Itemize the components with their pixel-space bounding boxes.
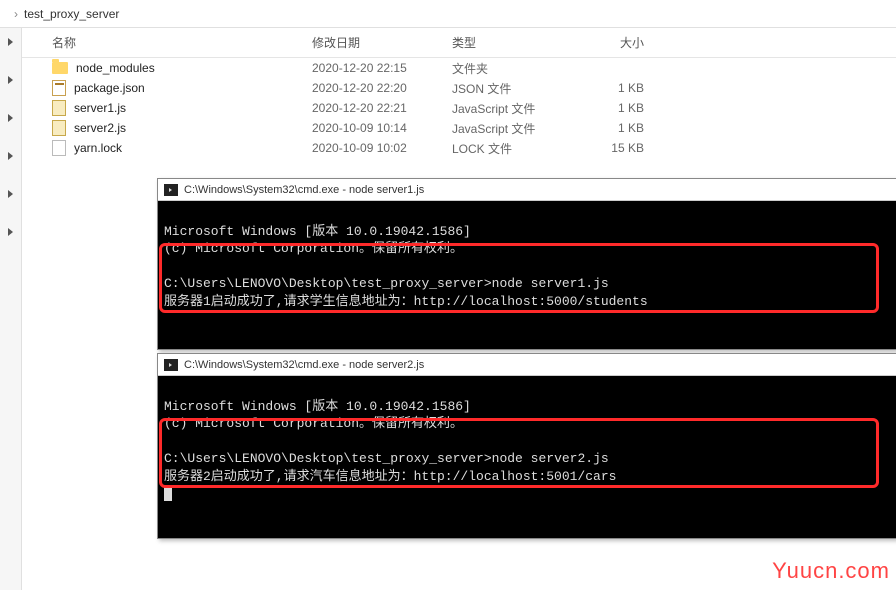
table-row[interactable]: server2.js 2020-10-09 10:14 JavaScript 文… xyxy=(22,118,896,138)
cmd-titlebar[interactable]: C:\Windows\System32\cmd.exe - node serve… xyxy=(158,354,896,376)
nav-sidebar xyxy=(0,28,22,590)
expand-triangle-icon[interactable] xyxy=(8,152,13,160)
file-type: JavaScript 文件 xyxy=(452,100,572,117)
file-size: 15 KB xyxy=(572,141,652,155)
file-name: yarn.lock xyxy=(74,141,122,155)
file-date: 2020-10-09 10:14 xyxy=(312,121,452,135)
term-line: C:\Users\LENOVO\Desktop\test_proxy_serve… xyxy=(164,276,609,291)
json-file-icon xyxy=(52,80,66,96)
cmd-titlebar[interactable]: C:\Windows\System32\cmd.exe - node serve… xyxy=(158,179,896,201)
term-line: (c) Microsoft Corporation。保留所有权利。 xyxy=(164,241,463,256)
js-file-icon xyxy=(52,120,66,136)
file-size: 1 KB xyxy=(572,101,652,115)
cmd-icon xyxy=(164,359,178,371)
file-name: package.json xyxy=(74,81,145,95)
file-type: 文件夹 xyxy=(452,60,572,77)
expand-triangle-icon[interactable] xyxy=(8,228,13,236)
table-row[interactable]: yarn.lock 2020-10-09 10:02 LOCK 文件 15 KB xyxy=(22,138,896,158)
content-pane: 名称 修改日期 类型 大小 node_modules 2020-12-20 22… xyxy=(22,28,896,590)
table-row[interactable]: package.json 2020-12-20 22:20 JSON 文件 1 … xyxy=(22,78,896,98)
folder-icon xyxy=(52,62,68,74)
cmd-title-text: C:\Windows\System32\cmd.exe - node serve… xyxy=(184,359,424,371)
table-row[interactable]: node_modules 2020-12-20 22:15 文件夹 xyxy=(22,58,896,78)
expand-triangle-icon[interactable] xyxy=(8,76,13,84)
cmd-body[interactable]: Microsoft Windows [版本 10.0.19042.1586] (… xyxy=(158,201,896,349)
file-type: LOCK 文件 xyxy=(452,140,572,157)
cmd-window-server1[interactable]: C:\Windows\System32\cmd.exe - node serve… xyxy=(157,178,896,350)
cmd-icon xyxy=(164,184,178,196)
cmd-body[interactable]: Microsoft Windows [版本 10.0.19042.1586] (… xyxy=(158,376,896,542)
watermark: Yuucn.com xyxy=(772,558,890,584)
lock-file-icon xyxy=(52,140,66,156)
file-size: 1 KB xyxy=(572,121,652,135)
header-name[interactable]: 名称 xyxy=(52,34,312,51)
term-line: (c) Microsoft Corporation。保留所有权利。 xyxy=(164,416,463,431)
breadcrumb-folder[interactable]: test_proxy_server xyxy=(24,7,119,21)
term-line: C:\Users\LENOVO\Desktop\test_proxy_serve… xyxy=(164,451,609,466)
term-line: Microsoft Windows [版本 10.0.19042.1586] xyxy=(164,224,471,239)
js-file-icon xyxy=(52,100,66,116)
term-line: 服务器2启动成功了,请求汽车信息地址为：http://localhost:500… xyxy=(164,469,616,484)
file-date: 2020-10-09 10:02 xyxy=(312,141,452,155)
expand-triangle-icon[interactable] xyxy=(8,190,13,198)
table-row[interactable]: server1.js 2020-12-20 22:21 JavaScript 文… xyxy=(22,98,896,118)
expand-triangle-icon[interactable] xyxy=(8,114,13,122)
main-area: 名称 修改日期 类型 大小 node_modules 2020-12-20 22… xyxy=(0,28,896,590)
file-type: JSON 文件 xyxy=(452,80,572,97)
header-date[interactable]: 修改日期 xyxy=(312,34,452,51)
term-line: Microsoft Windows [版本 10.0.19042.1586] xyxy=(164,399,471,414)
file-name: node_modules xyxy=(76,61,155,75)
cmd-title-text: C:\Windows\System32\cmd.exe - node serve… xyxy=(184,184,424,196)
file-date: 2020-12-20 22:21 xyxy=(312,101,452,115)
file-size: 1 KB xyxy=(572,81,652,95)
term-line: 服务器1启动成功了,请求学生信息地址为：http://localhost:500… xyxy=(164,294,648,309)
cursor-icon xyxy=(164,487,172,501)
header-type[interactable]: 类型 xyxy=(452,34,572,51)
cmd-window-server2[interactable]: C:\Windows\System32\cmd.exe - node serve… xyxy=(157,353,896,539)
column-headers[interactable]: 名称 修改日期 类型 大小 xyxy=(22,28,896,58)
file-date: 2020-12-20 22:20 xyxy=(312,81,452,95)
file-date: 2020-12-20 22:15 xyxy=(312,61,452,75)
header-size[interactable]: 大小 xyxy=(572,34,652,51)
file-name: server2.js xyxy=(74,121,126,135)
breadcrumb[interactable]: › test_proxy_server xyxy=(0,0,896,28)
file-type: JavaScript 文件 xyxy=(452,120,572,137)
chevron-right-icon: › xyxy=(14,7,18,21)
expand-triangle-icon[interactable] xyxy=(8,38,13,46)
file-list: 名称 修改日期 类型 大小 node_modules 2020-12-20 22… xyxy=(22,28,896,158)
file-name: server1.js xyxy=(74,101,126,115)
